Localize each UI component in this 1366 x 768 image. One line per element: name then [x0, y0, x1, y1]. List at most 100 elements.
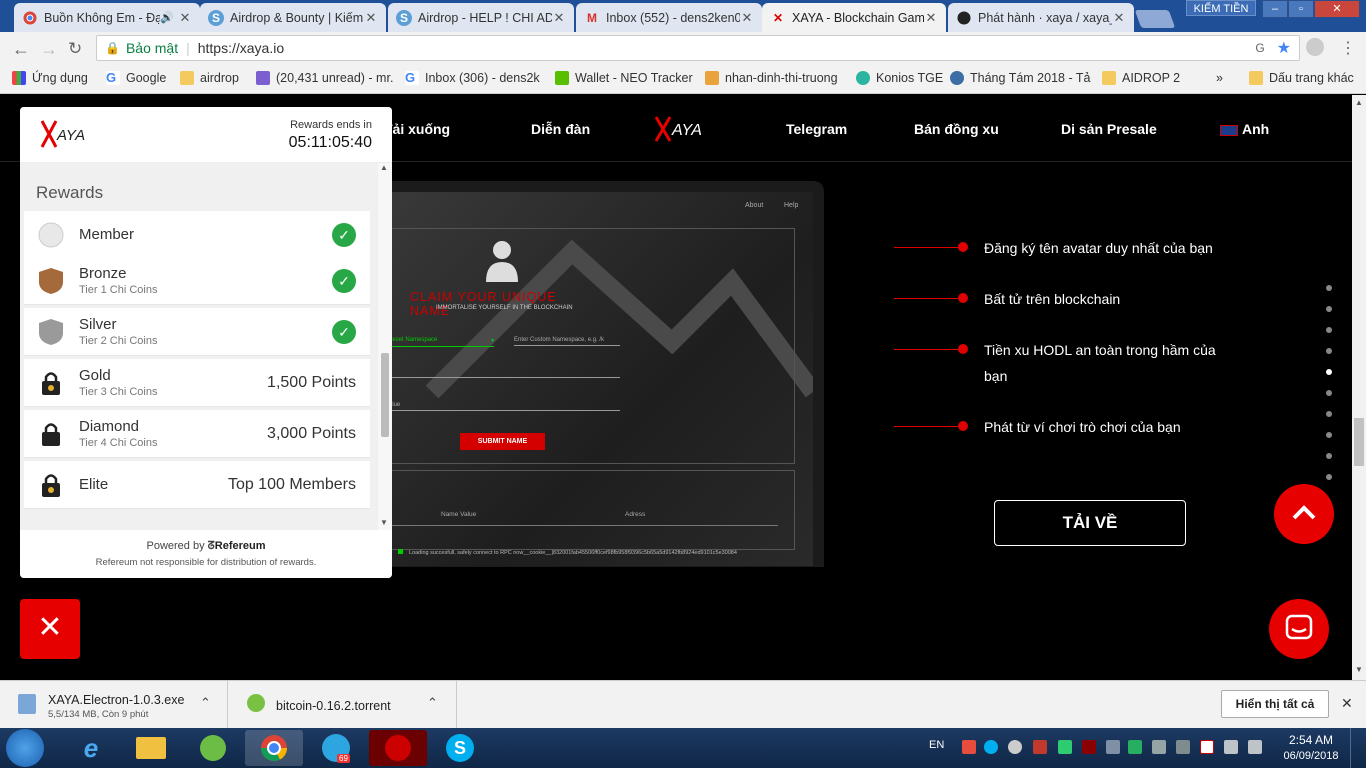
- language-indicator[interactable]: EN: [929, 739, 944, 751]
- telegram-icon[interactable]: 69: [307, 730, 365, 766]
- back-icon[interactable]: ←: [12, 39, 30, 60]
- tray-icon[interactable]: [1152, 740, 1166, 754]
- nav-telegram[interactable]: Telegram: [786, 121, 847, 137]
- close-widget-button[interactable]: ✕: [20, 599, 80, 659]
- scroll-top-button[interactable]: [1274, 484, 1334, 544]
- tier-sub: Tier 4 Chi Coins: [79, 437, 158, 449]
- close-tab-icon[interactable]: ✕: [924, 10, 938, 26]
- close-icon[interactable]: ✕: [1341, 695, 1353, 712]
- close-tab-icon[interactable]: ✕: [740, 10, 754, 26]
- show-desktop-button[interactable]: [1350, 728, 1366, 768]
- minimize-button[interactable]: –: [1262, 0, 1288, 18]
- bookmark-konios[interactable]: Konios TGE: [856, 71, 943, 85]
- section-dot[interactable]: [1326, 432, 1332, 438]
- star-icon[interactable]: ★: [1277, 38, 1291, 58]
- section-dot[interactable]: [1326, 390, 1332, 396]
- tray-icon[interactable]: [962, 740, 976, 754]
- reload-icon[interactable]: ↻: [68, 39, 82, 59]
- volume-icon[interactable]: [1248, 740, 1262, 754]
- clock-time[interactable]: 2:54 AM: [1282, 733, 1340, 747]
- bookmark-yahoo[interactable]: (20,431 unread) - mr.: [256, 71, 393, 85]
- bookmark-aidrop2[interactable]: AIDROP 2: [1102, 71, 1180, 85]
- nav-presale[interactable]: Di sản Presale: [1061, 121, 1157, 137]
- download-item[interactable]: bitcoin-0.16.2.torrent ⌃: [229, 681, 457, 728]
- close-window-button[interactable]: ✕: [1314, 0, 1360, 18]
- garena-icon[interactable]: [369, 730, 427, 766]
- app-icon[interactable]: [184, 730, 242, 766]
- section-dot[interactable]: [1326, 348, 1332, 354]
- tab-xaya[interactable]: ✕ XAYA - Blockchain Gam ✕: [762, 3, 946, 32]
- extension-icon[interactable]: [1306, 38, 1324, 56]
- skype-icon[interactable]: S: [431, 730, 489, 766]
- kiem-tien-badge[interactable]: KIẾM TIỀN: [1186, 0, 1256, 16]
- page-scrollbar[interactable]: ▲ ▼: [1352, 95, 1366, 680]
- nav-forum[interactable]: Diễn đàn: [531, 121, 590, 137]
- tray-icon[interactable]: [1058, 740, 1072, 754]
- nav-sell-coins[interactable]: Bán đồng xu: [914, 121, 999, 137]
- xaya-logo[interactable]: AYA: [654, 113, 718, 148]
- forward-icon[interactable]: →: [40, 39, 58, 60]
- section-dot[interactable]: [1326, 411, 1332, 417]
- tab-github[interactable]: Phát hành · xaya / xaya_ ✕: [948, 3, 1134, 32]
- omnibox[interactable]: 🔒 Bảo mật | https://xaya.io G ★: [96, 35, 1300, 61]
- tray-icon[interactable]: [1128, 740, 1142, 754]
- close-tab-icon[interactable]: ✕: [552, 10, 566, 26]
- new-tab-button[interactable]: [1134, 10, 1176, 28]
- scroll-down-icon[interactable]: ▼: [1355, 665, 1363, 674]
- close-tab-icon[interactable]: ✕: [364, 10, 378, 26]
- scroll-thumb[interactable]: [381, 353, 389, 437]
- clock-date[interactable]: 06/09/2018: [1280, 750, 1342, 762]
- scroll-up-icon[interactable]: ▲: [380, 163, 388, 172]
- chrome-taskbar-icon[interactable]: [245, 730, 303, 766]
- section-dot[interactable]: [1326, 474, 1332, 480]
- download-item[interactable]: XAYA.Electron-1.0.3.exe 5,5/134 MB, Còn …: [0, 681, 228, 728]
- close-tab-icon[interactable]: ✕: [178, 10, 192, 26]
- bookmark-neo[interactable]: Wallet - NEO Tracker: [555, 71, 693, 85]
- nav-download[interactable]: Tải xuống: [384, 121, 450, 137]
- skype-tray-icon[interactable]: [984, 740, 998, 754]
- download-button[interactable]: TẢI VỀ: [994, 500, 1186, 546]
- tab-gmail[interactable]: M Inbox (552) - dens2ken0 ✕: [576, 3, 762, 32]
- section-dot[interactable]: [1326, 453, 1332, 459]
- refereum-brand[interactable]: Refereum: [215, 540, 266, 552]
- start-button[interactable]: [6, 729, 44, 767]
- bookmark-thang-tam[interactable]: Tháng Tám 2018 - Tả: [950, 71, 1090, 85]
- maximize-button[interactable]: ▫: [1288, 0, 1314, 18]
- tray-icon[interactable]: [1200, 740, 1214, 754]
- bookmark-google[interactable]: G Google: [106, 71, 166, 85]
- nav-language[interactable]: Anh: [1220, 121, 1269, 137]
- explorer-icon[interactable]: [122, 730, 180, 766]
- chat-button[interactable]: [1269, 599, 1329, 659]
- widget-scrollbar[interactable]: ▲ ▼: [378, 163, 392, 530]
- tab-airdrop-bounty[interactable]: S Airdrop & Bounty | Kiếm ✕: [200, 3, 386, 32]
- menu-icon[interactable]: ⋮: [1340, 38, 1356, 58]
- bookmark-apps[interactable]: Ứng dụng: [12, 71, 88, 85]
- section-dot[interactable]: [1326, 285, 1332, 291]
- bookmarks-overflow[interactable]: »: [1216, 71, 1223, 85]
- chevron-up-icon[interactable]: ⌃: [200, 695, 211, 711]
- bookmark-nhan-dinh[interactable]: nhan-dinh-thi-truong: [705, 71, 838, 85]
- section-dot[interactable]: [1326, 306, 1332, 312]
- bookmark-airdrop[interactable]: airdrop: [180, 71, 239, 85]
- tray-icon[interactable]: [1176, 740, 1190, 754]
- tab-airdrop-help[interactable]: S Airdrop - HELP ! CHI AD ✕: [388, 3, 574, 32]
- bluetooth-icon[interactable]: [1106, 740, 1120, 754]
- scroll-up-icon[interactable]: ▲: [1355, 98, 1363, 107]
- section-dot-active[interactable]: [1326, 369, 1332, 375]
- section-dot[interactable]: [1326, 327, 1332, 333]
- tray-icon[interactable]: [1008, 740, 1022, 754]
- tray-icon[interactable]: [1033, 740, 1047, 754]
- scroll-thumb[interactable]: [1354, 418, 1364, 466]
- close-tab-icon[interactable]: ✕: [1112, 10, 1126, 26]
- garena-tray-icon[interactable]: [1082, 740, 1096, 754]
- show-all-button[interactable]: Hiển thị tất cả: [1221, 690, 1329, 718]
- chevron-up-icon[interactable]: ⌃: [427, 695, 438, 711]
- translate-icon[interactable]: G: [1255, 41, 1264, 55]
- other-bookmarks[interactable]: Dấu trang khác: [1249, 71, 1354, 85]
- bookmark-inbox[interactable]: G Inbox (306) - dens2k: [405, 71, 540, 85]
- scroll-down-icon[interactable]: ▼: [380, 518, 388, 527]
- speaker-icon[interactable]: 🔊: [160, 11, 174, 24]
- ie-icon[interactable]: e: [62, 730, 120, 766]
- tab-youtube[interactable]: Buồn Không Em - Đạ 🔊 ✕: [14, 3, 200, 32]
- network-icon[interactable]: [1224, 740, 1238, 754]
